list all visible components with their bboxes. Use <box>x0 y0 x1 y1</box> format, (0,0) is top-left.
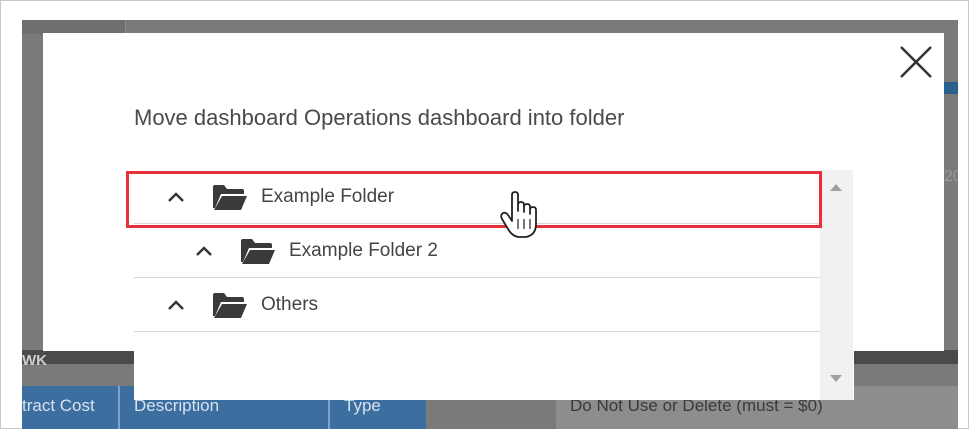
folder-row-example-folder[interactable]: Example Folder <box>134 170 820 224</box>
folder-open-icon <box>213 293 247 318</box>
background-column-header: tract Cost <box>22 386 118 429</box>
chevron-up-icon[interactable] <box>195 244 213 258</box>
folder-tree: Example Folder Example Folder 2 Others <box>134 170 854 400</box>
background-panel <box>22 20 126 34</box>
scroll-down-arrow-icon[interactable] <box>830 375 842 382</box>
folder-open-icon <box>241 239 275 264</box>
close-button[interactable] <box>896 42 936 82</box>
folder-label: Example Folder 2 <box>289 240 438 261</box>
move-dashboard-dialog: Move dashboard Operations dashboard into… <box>43 33 944 400</box>
dialog-title: Move dashboard Operations dashboard into… <box>134 105 625 130</box>
folder-open-icon <box>213 185 247 210</box>
chevron-up-icon[interactable] <box>167 190 185 204</box>
folder-label: Example Folder <box>261 186 395 207</box>
close-icon <box>900 46 932 78</box>
background-partial-text: 20 <box>944 168 958 185</box>
folder-list-scrollbar[interactable] <box>820 170 853 400</box>
folder-row-example-folder-2[interactable]: Example Folder 2 <box>134 224 820 278</box>
folder-label: Others <box>261 294 319 315</box>
folder-row-others[interactable]: Others <box>134 278 820 332</box>
scroll-up-arrow-icon[interactable] <box>830 184 842 191</box>
background-section-label: WK <box>22 352 47 369</box>
chevron-up-icon[interactable] <box>167 298 185 312</box>
